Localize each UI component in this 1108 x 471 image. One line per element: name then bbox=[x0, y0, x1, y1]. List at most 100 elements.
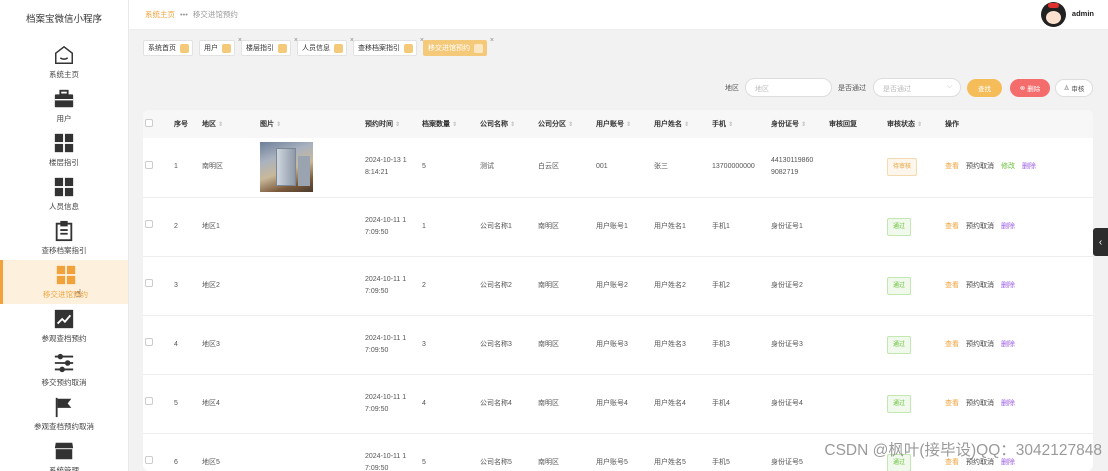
sort-icon[interactable]: ⇕ bbox=[917, 122, 922, 128]
column-header[interactable]: 审核回复 bbox=[827, 110, 885, 138]
cell-region: 地区1 bbox=[200, 197, 258, 257]
collapse-arrow-icon[interactable]: ‹ bbox=[1093, 228, 1108, 256]
column-header[interactable]: 审核状态 ⇕ bbox=[885, 110, 943, 138]
sort-icon[interactable]: ⇕ bbox=[568, 122, 573, 128]
cell-actions: 查看 预约取消 删除 bbox=[943, 256, 1093, 316]
cell-status: 通过 bbox=[885, 374, 943, 434]
breadcrumb: 系统主页 ••• 移交进馆预约 bbox=[145, 9, 238, 20]
select-all-checkbox[interactable] bbox=[145, 119, 153, 127]
cell-region-text: 地区2 bbox=[202, 281, 220, 289]
tab[interactable]: 系统首页 bbox=[143, 40, 193, 56]
delete-row-button[interactable]: 删除 bbox=[1001, 400, 1015, 407]
sort-icon[interactable]: ⇕ bbox=[801, 122, 806, 128]
table-row: 2 地区1 2024-10-11 1 7:09:50 1 公司名称1 南明区 用户账号1 用户… bbox=[143, 197, 1093, 257]
cancel-booking-button[interactable]: 预约取消 bbox=[966, 341, 994, 348]
cell-count: 5 bbox=[420, 138, 478, 198]
grid-icon bbox=[53, 132, 75, 157]
sidebar-item[interactable]: 参观查档预约取消 bbox=[0, 392, 128, 436]
tab[interactable]: 查移档案指引 × bbox=[353, 37, 424, 56]
view-button[interactable]: 查看 bbox=[945, 163, 959, 170]
sidebar-item[interactable]: 参观查档预约 bbox=[0, 304, 128, 348]
row-checkbox[interactable] bbox=[145, 338, 153, 346]
column-header[interactable]: 公司名称 ⇕ bbox=[478, 110, 536, 138]
column-header[interactable]: 预约时间 ⇕ bbox=[363, 110, 420, 138]
sidebar-item[interactable]: 人员信息 bbox=[0, 172, 128, 216]
cancel-booking-button[interactable]: 预约取消 bbox=[966, 282, 994, 289]
sidebar-item[interactable]: 系统管理 bbox=[0, 436, 128, 471]
sort-icon[interactable]: ⇕ bbox=[728, 122, 733, 128]
cell-actions: 查看 预约取消 删除 bbox=[943, 374, 1093, 434]
breadcrumb-home[interactable]: 系统主页 bbox=[145, 9, 175, 20]
region-input[interactable]: 地区 bbox=[745, 78, 832, 97]
cell-district: 南明区 bbox=[536, 315, 594, 375]
cell-index-text: 3 bbox=[174, 281, 178, 289]
sort-icon[interactable]: ⇕ bbox=[510, 122, 515, 128]
sort-icon[interactable]: ⇕ bbox=[626, 122, 631, 128]
cell-district: 南明区 bbox=[536, 197, 594, 257]
tab[interactable]: 移交进馆预约 × bbox=[423, 37, 494, 56]
column-header[interactable]: 手机 ⇕ bbox=[710, 110, 769, 138]
sidebar-item[interactable]: 移交进馆预约 ☝ bbox=[0, 260, 128, 304]
review-button[interactable]: ♙ 审核 bbox=[1055, 79, 1093, 97]
sidebar-item[interactable]: 查移档案指引 bbox=[0, 216, 128, 260]
sort-icon[interactable]: ⇕ bbox=[395, 122, 400, 128]
tab-label: 楼层指引 bbox=[246, 45, 274, 52]
view-button[interactable]: 查看 bbox=[945, 282, 959, 289]
approved-select[interactable]: 是否通过 ⌵ bbox=[873, 78, 961, 97]
tab[interactable]: 用户 × bbox=[199, 37, 242, 56]
column-header[interactable]: 档案数量 ⇕ bbox=[420, 110, 478, 138]
table-row: 5 地区4 2024-10-11 1 7:09:50 4 公司名称4 南明区 用户账号4 用户… bbox=[143, 374, 1093, 434]
sort-icon[interactable]: ⇕ bbox=[218, 122, 223, 128]
sort-icon[interactable]: ⇕ bbox=[452, 122, 457, 128]
cell-index: 4 bbox=[172, 315, 200, 375]
row-checkbox[interactable] bbox=[145, 160, 153, 169]
cell-index: 3 bbox=[172, 256, 200, 316]
tab[interactable]: 楼层指引 × bbox=[241, 37, 298, 56]
cell-name: 用户姓名1 bbox=[652, 197, 710, 257]
delete-row-button[interactable]: 删除 bbox=[1001, 223, 1015, 230]
sidebar-item-label: 查移档案指引 bbox=[41, 246, 87, 255]
building-image[interactable] bbox=[260, 142, 313, 193]
delete-row-button[interactable]: 删除 bbox=[1001, 282, 1015, 289]
search-button[interactable]: 查找 bbox=[967, 79, 1002, 97]
cell-idno: 44130119860 9082719 bbox=[769, 138, 827, 198]
column-header[interactable]: 公司分区 ⇕ bbox=[536, 110, 594, 138]
row-checkbox[interactable] bbox=[145, 220, 153, 228]
cell-count-text: 4 bbox=[422, 399, 426, 407]
sliders-icon bbox=[53, 352, 75, 377]
row-checkbox-cell bbox=[143, 374, 172, 434]
sort-icon[interactable]: ⇕ bbox=[276, 122, 281, 128]
sort-icon[interactable]: ⇕ bbox=[684, 122, 689, 128]
column-header[interactable]: 序号 bbox=[172, 110, 200, 138]
cell-company-text: 测试 bbox=[480, 163, 494, 171]
close-icon[interactable]: × bbox=[490, 37, 494, 44]
sidebar-item[interactable]: 移交预约取消 bbox=[0, 348, 128, 392]
tab-label: 查移档案指引 bbox=[358, 45, 400, 52]
column-header-label: 身份证号 bbox=[771, 121, 799, 128]
delete-row-button[interactable]: 删除 bbox=[1022, 163, 1036, 170]
sidebar-item[interactable]: 楼层指引 bbox=[0, 128, 128, 172]
cancel-booking-button[interactable]: 预约取消 bbox=[966, 163, 994, 170]
view-button[interactable]: 查看 bbox=[945, 223, 959, 230]
cancel-booking-button[interactable]: 预约取消 bbox=[966, 223, 994, 230]
column-header[interactable]: 用户账号 ⇕ bbox=[594, 110, 652, 138]
view-button[interactable]: 查看 bbox=[945, 341, 959, 348]
row-checkbox[interactable] bbox=[145, 397, 153, 405]
column-header[interactable]: 用户姓名 ⇕ bbox=[652, 110, 710, 138]
avatar[interactable] bbox=[1041, 2, 1066, 27]
delete-button[interactable]: ⊗ 删除 bbox=[1010, 79, 1050, 97]
view-button[interactable]: 查看 bbox=[945, 400, 959, 407]
column-header[interactable]: 操作 bbox=[943, 110, 1093, 138]
column-header[interactable]: 身份证号 ⇕ bbox=[769, 110, 827, 138]
delete-row-button[interactable]: 删除 bbox=[1001, 341, 1015, 348]
tab[interactable]: 人员信息 × bbox=[297, 37, 354, 56]
cell-actions: 查看 预约取消 修改 删除 bbox=[943, 138, 1093, 198]
row-checkbox[interactable] bbox=[145, 456, 153, 464]
username[interactable]: admin bbox=[1072, 9, 1094, 18]
edit-button[interactable]: 修改 bbox=[1001, 163, 1015, 170]
column-header[interactable]: 地区 ⇕ bbox=[200, 110, 258, 138]
column-header[interactable]: 图片 ⇕ bbox=[258, 110, 363, 138]
row-checkbox[interactable] bbox=[145, 279, 153, 287]
cancel-booking-button[interactable]: 预约取消 bbox=[966, 400, 994, 407]
search-button-label: 查找 bbox=[978, 86, 991, 93]
